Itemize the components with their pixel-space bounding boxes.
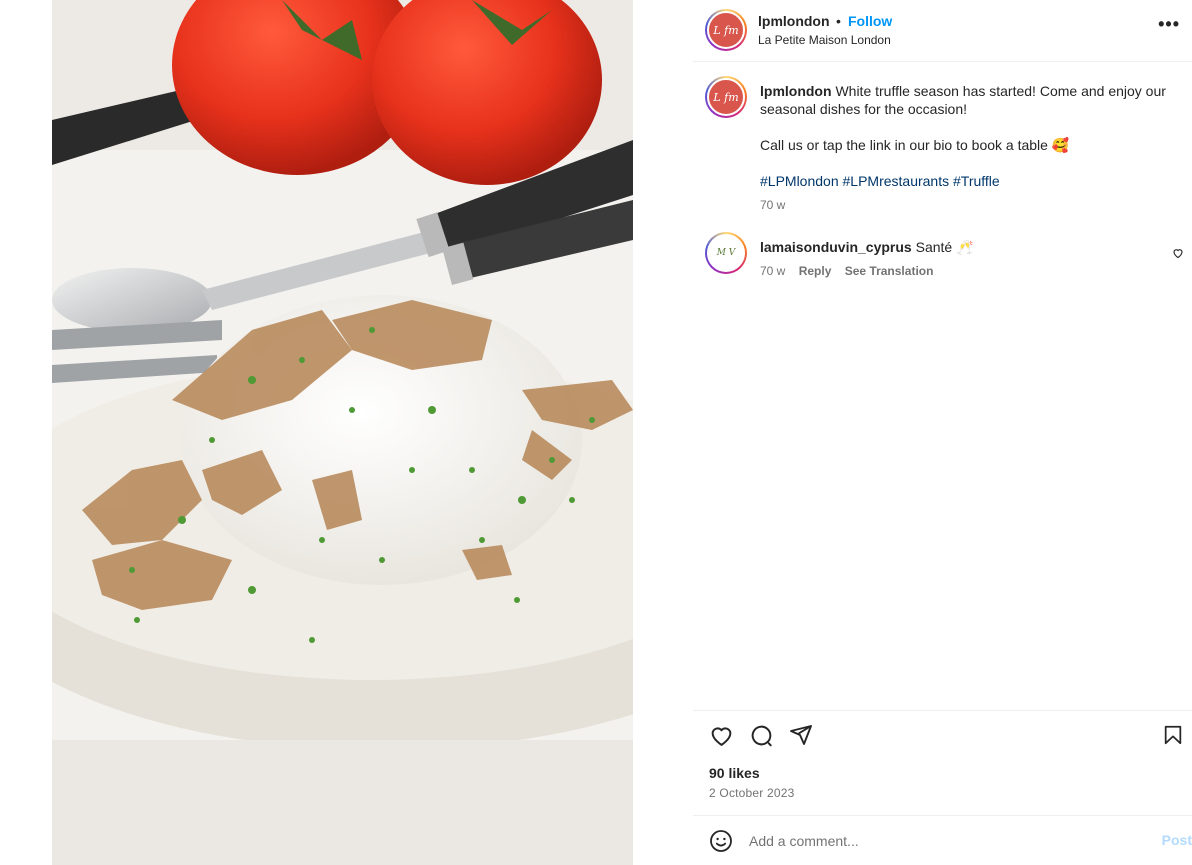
avatar-image: M V — [707, 234, 745, 272]
caption-text: lpmlondon White truffle season has start… — [760, 82, 1170, 194]
caption-avatar[interactable]: L fm — [705, 76, 747, 118]
caption-hashtags[interactable]: #LPMlondon #LPMrestaurants #Truffle — [760, 172, 1170, 190]
post-photo-illustration — [52, 0, 633, 865]
add-comment-bar: Post — [693, 815, 1192, 865]
left-gutter — [0, 0, 52, 865]
heart-icon[interactable] — [709, 723, 734, 753]
avatar-image: L fm — [707, 78, 745, 116]
comment-text: lamaisonduvin_cyprus Santé 🥂 — [760, 238, 974, 256]
post-date[interactable]: 2 October 2023 — [709, 786, 795, 800]
caption-timestamp[interactable]: 70 w — [760, 198, 785, 212]
bookmark-icon[interactable] — [1162, 723, 1184, 752]
comment-bubble-icon[interactable] — [749, 723, 774, 753]
reply-button[interactable]: Reply — [799, 264, 832, 278]
comment-avatar[interactable]: M V — [705, 232, 747, 274]
separator-dot: • — [836, 13, 841, 29]
caption-username[interactable]: lpmlondon — [760, 83, 832, 99]
header-username[interactable]: lpmlondon — [758, 13, 830, 29]
comment-body: Santé 🥂 — [915, 239, 974, 255]
post-header: L fm lpmlondon • Follow La Petite Maison… — [693, 0, 1192, 62]
avatar-logo: L fm — [713, 23, 739, 37]
post-photo[interactable] — [52, 0, 633, 865]
comment-timestamp[interactable]: 70 w — [760, 264, 785, 278]
post-side-panel: L fm lpmlondon • Follow La Petite Maison… — [693, 0, 1192, 865]
follow-button[interactable]: Follow — [848, 13, 892, 29]
avatar-logo: M V — [716, 248, 736, 258]
comment-meta: 70 w Reply See Translation — [760, 264, 943, 278]
comment-username[interactable]: lamaisonduvin_cyprus — [760, 239, 912, 255]
action-bar — [693, 710, 1192, 762]
see-translation-button[interactable]: See Translation — [845, 264, 934, 278]
caption-line-2: Call us or tap the link in our bio to bo… — [760, 137, 1070, 153]
more-options-icon[interactable]: ••• — [1158, 14, 1180, 35]
emoji-smile-icon[interactable] — [709, 829, 733, 858]
avatar[interactable]: L fm — [705, 9, 747, 51]
location-label[interactable]: La Petite Maison London — [758, 33, 891, 47]
paper-plane-icon[interactable] — [789, 723, 813, 752]
avatar-logo: L fm — [713, 90, 739, 104]
likes-count[interactable]: 90 likes — [709, 765, 760, 781]
avatar-image: L fm — [707, 11, 745, 49]
small-heart-icon[interactable] — [1172, 246, 1184, 264]
comment-input[interactable] — [749, 829, 1129, 853]
post-comment-button[interactable]: Post — [1162, 832, 1192, 848]
